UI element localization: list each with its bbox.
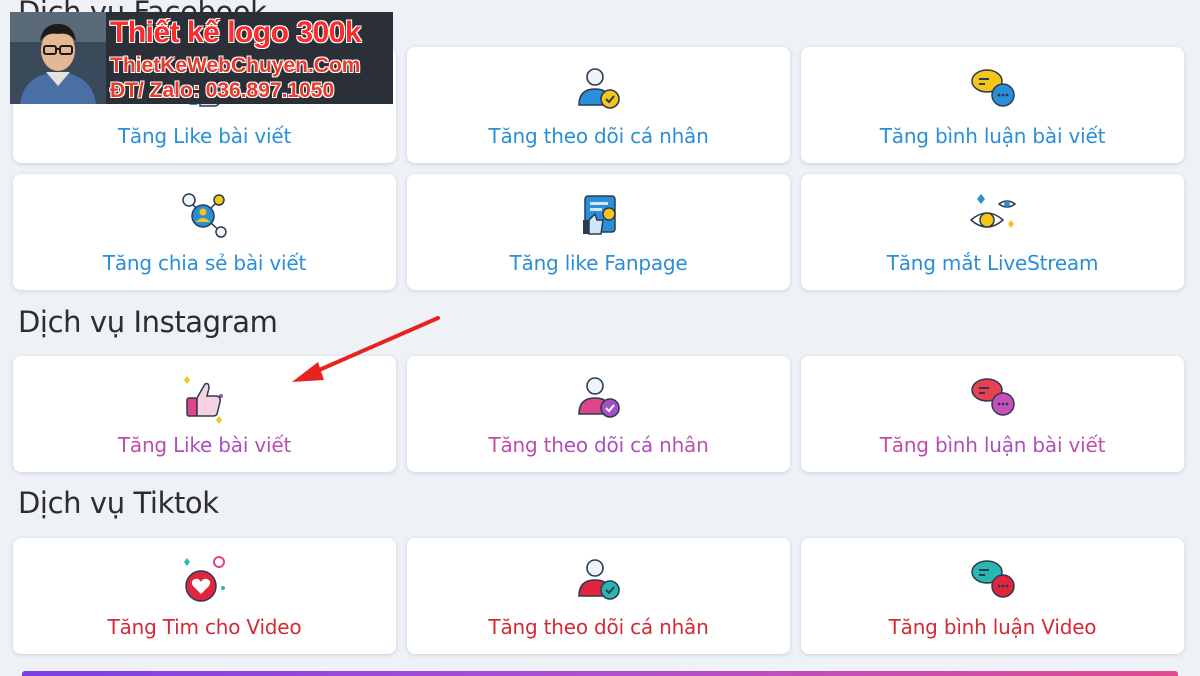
card-label: Tăng bình luận bài viết xyxy=(801,433,1184,457)
heart-icon xyxy=(179,554,231,606)
card-label: Tăng Like bài viết xyxy=(117,124,292,148)
card-label: Tăng theo dõi cá nhân xyxy=(407,433,790,457)
card-tiktok-comment[interactable]: Tăng bình luận Video xyxy=(801,538,1184,654)
comment-bubbles-icon xyxy=(967,63,1019,115)
card-tiktok-follow[interactable]: Tăng theo dõi cá nhân xyxy=(407,538,790,654)
thumbs-up-icon xyxy=(179,372,231,424)
annotation-arrow xyxy=(280,310,450,390)
card-label: Tăng like Fanpage xyxy=(509,251,688,275)
comment-bubbles-icon xyxy=(967,372,1019,424)
promo-website: ThietKeWebChuyen.Com xyxy=(110,54,361,77)
card-label: Tăng chia sẻ bài viết xyxy=(102,251,307,275)
section-title-tiktok: Dịch vụ Tiktok xyxy=(18,486,219,520)
card-label: Tăng theo dõi cá nhân xyxy=(488,615,709,639)
card-instagram-comment[interactable]: Tăng bình luận bài viết xyxy=(801,356,1184,472)
promo-contact: ĐT/ Zalo: 036.897.1050 xyxy=(110,79,335,102)
card-facebook-follow[interactable]: Tăng theo dõi cá nhân xyxy=(407,47,790,163)
card-facebook-fanpage[interactable]: Tăng like Fanpage xyxy=(407,174,790,290)
card-tiktok-heart[interactable]: Tăng Tim cho Video xyxy=(13,538,396,654)
comment-bubbles-icon xyxy=(967,554,1019,606)
card-label: Tăng mắt LiveStream xyxy=(886,251,1099,275)
card-label: Tăng Like bài viết xyxy=(13,433,396,457)
section-title-instagram: Dịch vụ Instagram xyxy=(18,305,278,339)
share-network-icon xyxy=(179,190,231,242)
card-label: Tăng bình luận bài viết xyxy=(879,124,1106,148)
promo-headline: Thiết kế logo 300k xyxy=(110,16,362,49)
user-follow-icon xyxy=(573,554,625,606)
user-follow-icon xyxy=(573,63,625,115)
avatar xyxy=(10,12,106,104)
eye-livestream-icon xyxy=(967,190,1019,242)
bottom-gradient-bar xyxy=(22,671,1178,676)
user-follow-icon xyxy=(573,372,625,424)
card-label: Tăng theo dõi cá nhân xyxy=(488,124,709,148)
card-label: Tăng bình luận Video xyxy=(888,615,1097,639)
promo-banner: Thiết kế logo 300k ThietKeWebChuyen.Com … xyxy=(10,12,393,104)
card-label: Tăng Tim cho Video xyxy=(107,615,302,639)
fanpage-like-icon xyxy=(573,190,625,242)
card-facebook-comment[interactable]: Tăng bình luận bài viết xyxy=(801,47,1184,163)
card-facebook-share[interactable]: Tăng chia sẻ bài viết xyxy=(13,174,396,290)
card-instagram-follow[interactable]: Tăng theo dõi cá nhân xyxy=(407,356,790,472)
card-facebook-livestream[interactable]: Tăng mắt LiveStream xyxy=(801,174,1184,290)
